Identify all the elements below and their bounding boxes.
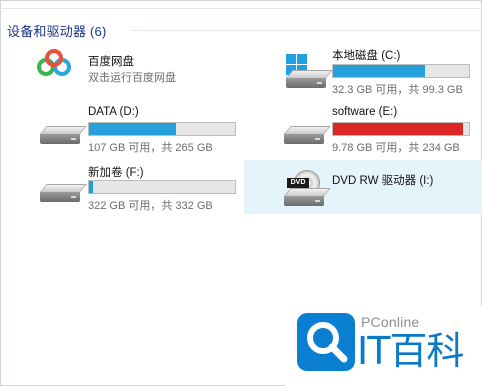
capacity-text: 9.78 GB 可用，共 234 GB	[332, 142, 460, 154]
section-header[interactable]: 设备和驱动器 (6)	[7, 21, 107, 40]
dvd-drive-icon: DVD	[284, 170, 331, 206]
capacity-text: 322 GB 可用，共 332 GB	[88, 200, 213, 212]
magnifier-logo-icon	[297, 313, 355, 371]
capacity-text: 32.3 GB 可用，共 99.3 GB	[332, 84, 463, 96]
capacity-bar	[332, 64, 470, 78]
tile-subtitle: 双击运行百度网盘	[88, 72, 176, 84]
tile-name: 新加卷 (F:)	[88, 167, 144, 179]
tile-baidu-netdisk[interactable]: 百度网盘 双击运行百度网盘	[36, 46, 246, 100]
tile-name: 本地磁盘 (C:)	[332, 50, 401, 62]
watermark-brand: PConline	[361, 314, 420, 330]
capacity-bar-fill	[333, 65, 425, 77]
dvd-badge: DVD	[287, 178, 309, 188]
capacity-bar	[88, 180, 236, 194]
capacity-bar	[332, 122, 470, 136]
capacity-bar-fill	[89, 123, 177, 135]
tile-drive-f[interactable]: 新加卷 (F:) 322 GB 可用，共 332 GB	[36, 162, 246, 216]
capacity-bar	[88, 122, 236, 136]
windows-drive-icon	[284, 54, 333, 88]
hard-drive-icon	[284, 126, 331, 146]
hard-drive-icon	[40, 184, 87, 204]
tile-name: software (E:)	[332, 106, 398, 118]
capacity-bar-fill	[89, 181, 94, 193]
top-divider	[0, 8, 482, 9]
tile-dvd-drive[interactable]: DVD DVD RW 驱动器 (I:)	[244, 160, 482, 214]
capacity-text: 107 GB 可用，共 265 GB	[88, 142, 213, 154]
section-divider	[130, 30, 480, 31]
tile-drive-d[interactable]: DATA (D:) 107 GB 可用，共 265 GB	[36, 104, 246, 158]
tile-drive-c[interactable]: 本地磁盘 (C:) 32.3 GB 可用，共 99.3 GB	[280, 46, 480, 100]
tile-name: DVD RW 驱动器 (I:)	[332, 175, 434, 187]
hard-drive-icon	[40, 126, 87, 146]
capacity-bar-fill	[333, 123, 464, 135]
baidu-netdisk-icon	[36, 46, 72, 82]
tile-name: DATA (D:)	[88, 106, 139, 118]
tile-drive-e[interactable]: software (E:) 9.78 GB 可用，共 234 GB	[280, 104, 480, 158]
tile-name: 百度网盘	[88, 56, 134, 68]
watermark-mark: IT百科	[357, 329, 464, 373]
